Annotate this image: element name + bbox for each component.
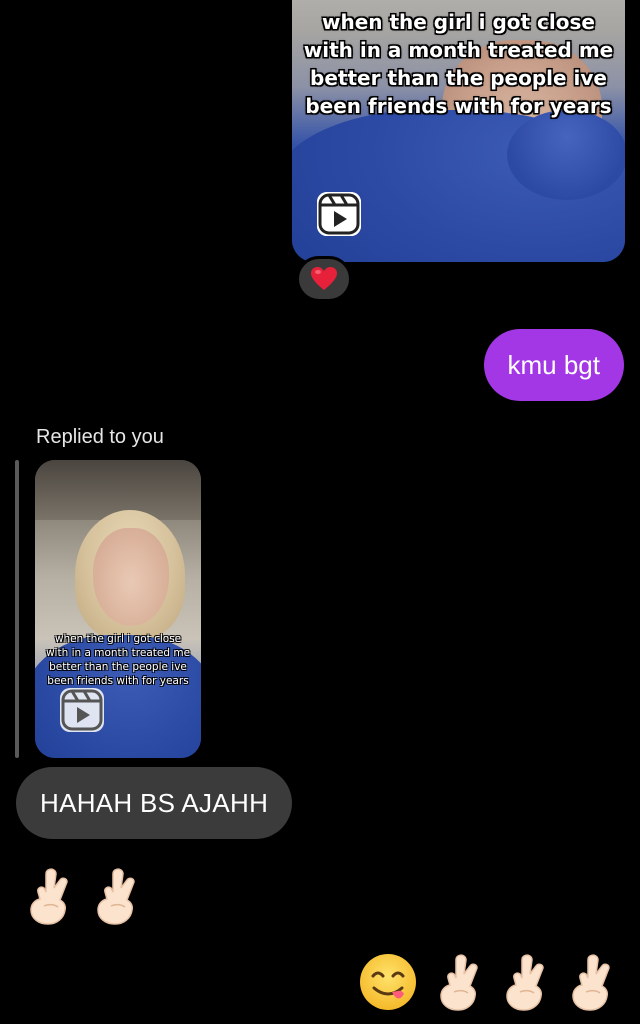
- replied-to-you-label: Replied to you: [36, 426, 164, 448]
- reply-quote-bar: [15, 460, 19, 758]
- crossed-fingers-icon: [24, 866, 74, 926]
- reel-collar: [507, 110, 625, 200]
- crossed-fingers-icon: [500, 952, 550, 1012]
- reels-icon: [60, 688, 104, 732]
- heart-reaction[interactable]: [296, 256, 352, 302]
- crossed-fingers-icon: [566, 952, 616, 1012]
- reel-face: [93, 528, 169, 626]
- shared-reel-top[interactable]: when the girl i got close with in a mont…: [292, 0, 625, 262]
- my-message-bubble[interactable]: kmu bgt: [483, 329, 624, 401]
- emoji-message-left[interactable]: [24, 866, 141, 926]
- reel-caption: when the girl i got close with in a mont…: [303, 10, 614, 118]
- emoji-message-right[interactable]: [358, 952, 616, 1012]
- chat-screen: when the girl i got close with in a mont…: [0, 0, 640, 1024]
- crossed-fingers-icon: [91, 866, 141, 926]
- their-message-text: HAHAH BS AJAHH: [40, 787, 269, 818]
- their-message-bubble[interactable]: HAHAH BS AJAHH: [16, 767, 293, 839]
- reels-icon: [317, 192, 361, 236]
- my-message-text: kmu bgt: [507, 349, 601, 380]
- face-savoring-food-icon: [358, 952, 418, 1012]
- reel-caption: when the girl i got close with in a mont…: [45, 633, 191, 687]
- crossed-fingers-icon: [434, 952, 484, 1012]
- red-heart-icon: [311, 267, 337, 290]
- replied-reel[interactable]: when the girl i got close with in a mont…: [35, 460, 201, 758]
